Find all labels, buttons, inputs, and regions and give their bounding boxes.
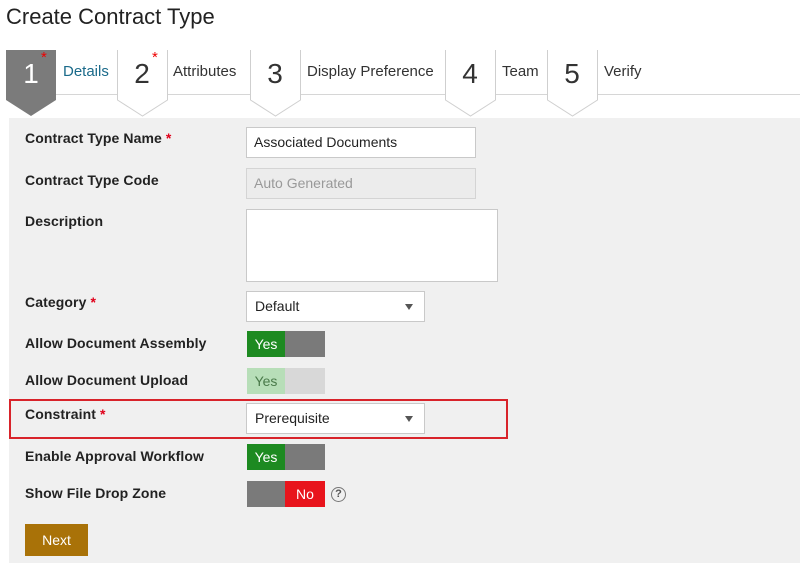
constraint-label: Constraint * <box>25 406 106 422</box>
constraint-select[interactable]: Prerequisite <box>246 403 425 434</box>
constraint-selected-value: Prerequisite <box>255 410 330 426</box>
step-badge-1: 1 * <box>6 49 56 118</box>
allow-document-upload-toggle[interactable]: Yes <box>247 368 325 394</box>
show-file-drop-zone-label: Show File Drop Zone <box>25 485 167 501</box>
step-number: 1 <box>23 58 39 89</box>
contract-type-code-input[interactable]: Auto Generated <box>246 168 476 199</box>
toggle-no: No <box>285 481 325 507</box>
toggle-yes: Yes <box>247 331 285 357</box>
contract-type-code-label: Contract Type Code <box>25 172 159 188</box>
contract-type-name-input[interactable]: Associated Documents <box>246 127 476 158</box>
page-title: Create Contract Type <box>6 4 215 29</box>
step-badge-4: 4 <box>445 50 496 118</box>
wizard-steps: 1 * Details 2 * Attributes 3 Display Pre… <box>6 49 800 118</box>
label-text: Contract Type Name <box>25 130 162 146</box>
step-badge-3: 3 <box>250 50 301 118</box>
step-label: Team <box>502 63 539 80</box>
description-label: Description <box>25 213 104 229</box>
caret-down-icon <box>405 416 413 422</box>
allow-document-upload-label: Allow Document Upload <box>25 372 189 388</box>
required-mark: * <box>90 294 97 310</box>
required-mark: * <box>165 130 172 146</box>
category-label: Category * <box>25 294 96 310</box>
step-badge-5: 5 <box>547 50 598 118</box>
allow-document-assembly-label: Allow Document Assembly <box>25 335 207 351</box>
description-textarea[interactable] <box>246 209 498 282</box>
step-label: Attributes <box>173 63 237 80</box>
enable-approval-workflow-label: Enable Approval Workflow <box>25 448 204 464</box>
show-file-drop-zone-toggle[interactable]: No <box>247 481 325 507</box>
question-circle-icon[interactable]: ? <box>331 487 346 502</box>
step-number: 2 <box>134 58 150 89</box>
category-selected-value: Default <box>255 298 300 314</box>
enable-approval-workflow-toggle[interactable]: Yes <box>247 444 325 470</box>
step-badge-2: 2 * <box>117 49 168 118</box>
label-text: Constraint <box>25 406 96 422</box>
form-panel: Contract Type Name * Associated Document… <box>9 118 800 563</box>
contract-type-name-label: Contract Type Name * <box>25 130 171 146</box>
label-text: Category <box>25 294 87 310</box>
toggle-knob <box>285 331 325 357</box>
step-label: Display Preference <box>307 63 434 80</box>
required-mark: * <box>100 406 106 422</box>
toggle-yes: Yes <box>247 368 285 394</box>
allow-document-assembly-toggle[interactable]: Yes <box>247 331 325 357</box>
next-button[interactable]: Next <box>25 524 88 556</box>
required-mark: * <box>152 49 158 66</box>
toggle-knob <box>247 481 285 507</box>
toggle-yes: Yes <box>247 444 285 470</box>
required-mark: * <box>41 49 47 66</box>
step-label: Verify <box>604 63 642 80</box>
caret-down-icon <box>405 304 413 310</box>
step-label: Details <box>63 63 109 80</box>
toggle-knob <box>285 368 325 394</box>
step-number: 3 <box>267 58 283 89</box>
step-number: 5 <box>564 58 580 89</box>
toggle-knob <box>285 444 325 470</box>
step-number: 4 <box>462 58 478 89</box>
category-select[interactable]: Default <box>246 291 425 322</box>
